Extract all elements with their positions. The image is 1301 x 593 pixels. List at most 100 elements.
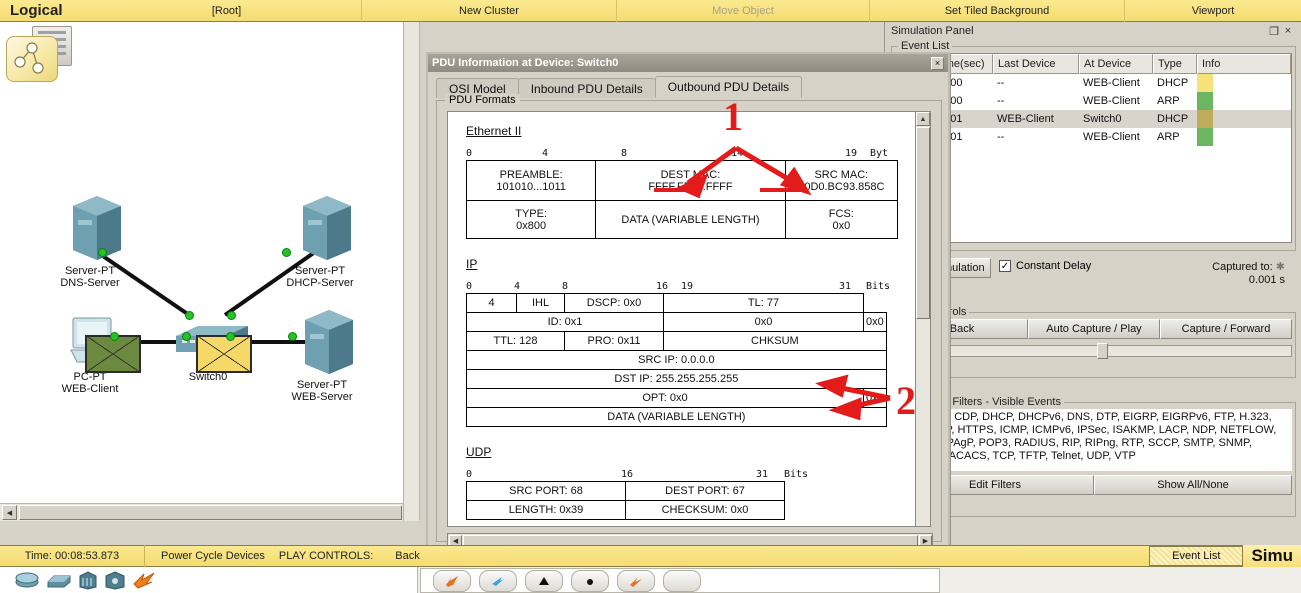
status-back-button[interactable]: Back <box>383 545 429 567</box>
restore-icon[interactable]: ❐ <box>1267 25 1281 38</box>
device-model-button[interactable] <box>479 569 517 592</box>
pdu-vscrollbar[interactable]: ▲ <box>915 111 931 527</box>
field-dest-mac: DEST MAC: FFFF.FFFF.FFFF <box>595 160 786 201</box>
speed-slider-thumb[interactable] <box>1097 343 1108 359</box>
field-udp-length: LENGTH: 0x39 <box>466 500 626 520</box>
device-model-button[interactable] <box>663 569 701 592</box>
event-list-group: Event List Vis. Time(sec) Last Device At… <box>891 40 1296 251</box>
menu-item-new-cluster[interactable]: New Cluster <box>362 0 617 22</box>
visible-events-list: ARP, BGP, CDP, DHCP, DHCPv6, DNS, DTP, E… <box>896 409 1292 471</box>
event-list-header: Vis. Time(sec) Last Device At Device Typ… <box>897 54 1291 74</box>
table-row: ID: 0x1 0x0 0x0 <box>466 312 887 332</box>
ethernet-ruler: 0 4 8 14 19 Byt <box>466 148 888 160</box>
menu-item-root[interactable]: [Root] <box>92 0 362 22</box>
constant-delay-checkbox-row[interactable]: ✓ Constant Delay <box>999 260 1091 272</box>
device-model-selection[interactable] <box>420 568 940 593</box>
table-row: DST IP: 255.255.255.255 <box>466 369 887 389</box>
device-type-selection[interactable] <box>0 567 418 593</box>
ruler-tick: 16 <box>621 469 634 480</box>
pdu-scroll-area[interactable]: Ethernet II 0 4 8 14 19 Byt PREAMBLE: 101… <box>447 111 917 527</box>
column-header-at-device[interactable]: At Device <box>1079 54 1153 74</box>
workspace-vscrollbar[interactable] <box>403 22 419 521</box>
device-model-button[interactable] <box>571 569 609 592</box>
table-row[interactable]: 0.000 -- WEB-Client DHCP <box>897 74 1291 92</box>
event-list-toggle-button[interactable]: Event List <box>1149 546 1244 566</box>
table-row: TTL: 128 PRO: 0x11 CHKSUM <box>466 331 887 351</box>
device-model-label: Server-PT <box>64 265 116 277</box>
table-row: LENGTH: 0x39 CHECKSUM: 0x0 <box>466 500 785 520</box>
tab-outbound-pdu-details[interactable]: Outbound PDU Details <box>654 76 803 98</box>
ruler-tick: 0 <box>466 281 473 292</box>
field-padding: 0x0 <box>863 388 887 408</box>
play-controls-label: PLAY CONTROLS: <box>278 550 374 562</box>
speed-slider-track[interactable] <box>896 345 1292 357</box>
constant-delay-checkbox[interactable]: ✓ <box>999 260 1011 272</box>
ruler-tick: 19 <box>681 281 694 292</box>
topology-canvas[interactable]: Server-PT DNS-Server Server-PT DHCP-Serv… <box>0 22 404 502</box>
ethernet-frame-table: PREAMBLE: 101010...1011 DEST MAC: FFFF.FFF… <box>465 160 899 239</box>
pdu-scroll-thumb[interactable] <box>916 127 930 319</box>
simulation-time-label: Time: 00:08:53.873 <box>0 545 145 567</box>
table-row: OPT: 0x0 0x0 <box>466 388 887 408</box>
ethernet-section-title: Ethernet II <box>466 124 522 138</box>
column-header-info[interactable]: Info <box>1197 54 1291 74</box>
simulation-panel-titlebar: Simulation Panel ❐ × <box>885 22 1301 40</box>
auto-capture-play-button[interactable]: Auto Capture / Play <box>1028 319 1160 339</box>
router-icon[interactable] <box>14 570 40 590</box>
connections-icon[interactable] <box>132 570 158 590</box>
hub-icon[interactable] <box>78 570 98 590</box>
pdu-envelope-switch[interactable] <box>196 335 252 373</box>
port-indicator-switch-right <box>226 332 235 341</box>
ruler-tick: 8 <box>562 281 569 292</box>
menu-item-set-tiled-background[interactable]: Set Tiled Background <box>870 0 1125 22</box>
scroll-left-arrow-icon[interactable]: ◀ <box>2 505 17 520</box>
port-indicator-dhcp <box>282 248 291 257</box>
pdu-formats-legend: PDU Formats <box>445 94 520 106</box>
wireless-device-icon[interactable] <box>104 570 126 590</box>
close-icon[interactable]: × <box>1281 25 1295 37</box>
switch-icon[interactable] <box>46 570 72 590</box>
table-row[interactable]: 0.001 WEB-Client Switch0 DHCP <box>897 110 1291 128</box>
udp-ruler: 0 16 31 Bits <box>466 469 808 481</box>
field-id: ID: 0x1 <box>466 312 664 332</box>
device-model-button[interactable] <box>433 569 471 592</box>
device-name-label: DNS-Server <box>60 277 120 289</box>
device-web-server[interactable]: Server-PT WEB-Server <box>272 306 372 403</box>
capture-forward-button[interactable]: Capture / Forward <box>1160 319 1292 339</box>
server-icon <box>73 196 121 260</box>
event-list-table[interactable]: Vis. Time(sec) Last Device At Device Typ… <box>896 53 1292 243</box>
cell-type: ARP <box>1157 95 1180 107</box>
workspace-hscrollbar[interactable]: ◀ <box>0 503 404 521</box>
filters-line: OSPFv6, PAgP, POP3, RADIUS, RIP, RIPng, … <box>899 437 1252 449</box>
dialog-titlebar[interactable]: PDU Information at Device: Switch0 × <box>428 54 948 72</box>
device-tray: urce Destination Type Color Time(sec) Pe… <box>0 567 1301 593</box>
cell-info-color-swatch <box>1197 128 1213 146</box>
device-model-button[interactable] <box>617 569 655 592</box>
device-dns-server[interactable]: Server-PT DNS-Server <box>40 192 140 289</box>
logical-mode-label[interactable]: Logical <box>0 0 92 22</box>
field-flags: 0x0 <box>663 312 864 332</box>
close-icon[interactable]: × <box>931 56 944 70</box>
pdu-information-dialog[interactable]: PDU Information at Device: Switch0 × OSI… <box>426 52 950 552</box>
field-total-length: TL: 77 <box>663 293 864 313</box>
show-all-none-button[interactable]: Show All/None <box>1094 475 1292 495</box>
simulation-mode-button[interactable]: Simu <box>1243 545 1301 567</box>
device-dhcp-server[interactable]: Server-PT DHCP-Server <box>270 192 370 289</box>
tab-inbound-pdu-details[interactable]: Inbound PDU Details <box>517 78 656 98</box>
cell-at-device: WEB-Client <box>1083 131 1140 143</box>
column-header-type[interactable]: Type <box>1153 54 1197 74</box>
table-row: SRC PORT: 68 DEST PORT: 67 <box>466 481 785 501</box>
port-indicator-web <box>288 332 297 341</box>
table-row[interactable]: 0.001 -- WEB-Client ARP <box>897 128 1291 146</box>
menu-item-viewport[interactable]: Viewport <box>1125 0 1301 22</box>
column-header-last-device[interactable]: Last Device <box>993 54 1079 74</box>
ruler-tick: 19 <box>845 148 858 159</box>
logical-workspace[interactable]: Server-PT DNS-Server Server-PT DHCP-Serv… <box>0 22 420 521</box>
table-row: SRC IP: 0.0.0.0 <box>466 350 887 370</box>
power-cycle-devices-button[interactable]: Power Cycle Devices <box>145 545 275 567</box>
table-row[interactable]: 0.000 -- WEB-Client ARP <box>897 92 1291 110</box>
field-udp-checksum: CHECKSUM: 0x0 <box>625 500 785 520</box>
field-ip-data: DATA (VARIABLE LENGTH) <box>466 407 887 427</box>
scroll-up-arrow-icon[interactable]: ▲ <box>916 112 930 126</box>
device-model-button[interactable] <box>525 569 563 592</box>
